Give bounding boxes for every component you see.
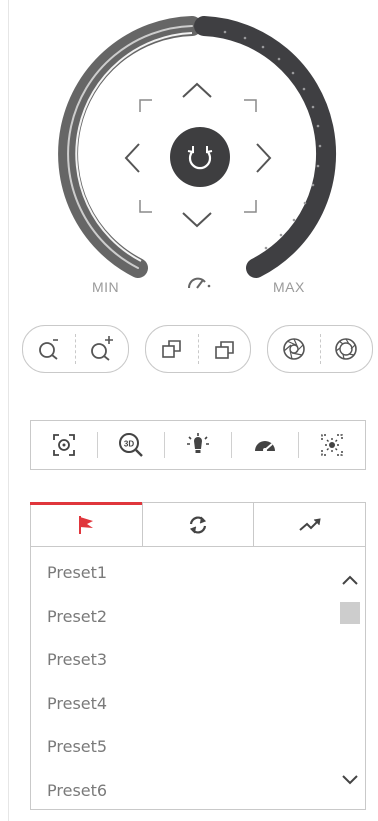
- scroll-up-button[interactable]: [339, 569, 361, 591]
- pan-left-button[interactable]: [112, 138, 152, 178]
- light-icon: [187, 433, 209, 453]
- chevron-right-icon: [256, 143, 272, 173]
- chevron-up-icon: [342, 575, 358, 585]
- focus-control-group: [145, 325, 251, 373]
- auto-pan-button[interactable]: [170, 127, 230, 187]
- list-item[interactable]: Preset6: [31, 769, 365, 810]
- iris-open-button[interactable]: [268, 326, 320, 372]
- region-focus-button[interactable]: [31, 421, 97, 469]
- iris-open-icon: [282, 338, 305, 360]
- max-label: MAX: [273, 279, 305, 295]
- tab-preset[interactable]: [30, 502, 143, 547]
- 3d-zoom-icon: 3D: [119, 433, 143, 457]
- preset-flag-icon: [79, 516, 94, 534]
- zoom-out-icon: [39, 339, 58, 360]
- list-item[interactable]: Preset1: [31, 551, 365, 595]
- speed-dome-icon: [255, 441, 275, 452]
- scroll-thumb[interactable]: [340, 602, 360, 624]
- iris-close-icon: [335, 338, 358, 360]
- ptz-dial: MIN MAX: [0, 0, 378, 310]
- iris-close-button[interactable]: [321, 326, 373, 372]
- pan-right-button[interactable]: [244, 138, 284, 178]
- zoom-out-button[interactable]: [23, 326, 75, 372]
- ptz-toolbar: 3D: [30, 420, 366, 470]
- ptz-tabs: [30, 502, 366, 547]
- pan-up-button[interactable]: [177, 70, 217, 110]
- list-item[interactable]: Preset3: [31, 638, 365, 682]
- zoom-in-button[interactable]: [76, 326, 128, 372]
- list-item[interactable]: Preset2: [31, 595, 365, 639]
- 3d-zoom-button[interactable]: 3D: [98, 421, 164, 469]
- min-label: MIN: [92, 279, 120, 295]
- region-focus-icon: [53, 434, 75, 456]
- patrol-icon: [189, 516, 207, 534]
- tab-patrol[interactable]: [143, 503, 255, 547]
- pattern-icon: [299, 518, 321, 531]
- pan-down-button[interactable]: [177, 200, 217, 240]
- svg-text:3D: 3D: [124, 440, 134, 449]
- focus-far-icon: [215, 341, 235, 359]
- chevron-down-icon: [342, 775, 358, 785]
- lens-init-button[interactable]: [299, 421, 365, 469]
- auto-rotate-icon: [187, 146, 213, 170]
- focus-near-button[interactable]: [146, 326, 198, 372]
- list-item[interactable]: Preset4: [31, 682, 365, 726]
- iris-control-group: [267, 325, 373, 373]
- chevron-left-icon: [124, 143, 140, 173]
- list-item[interactable]: Preset5: [31, 725, 365, 769]
- focus-near-icon: [161, 340, 181, 358]
- light-button[interactable]: [165, 421, 231, 469]
- lens-init-icon: [321, 434, 343, 456]
- preset-list: Preset1 Preset2 Preset3 Preset4 Preset5 …: [30, 546, 366, 810]
- chevron-down-icon: [182, 212, 212, 228]
- speedometer-icon: [183, 272, 213, 292]
- chevron-up-icon: [182, 82, 212, 98]
- zoom-control-group: [22, 325, 129, 373]
- focus-far-button[interactable]: [199, 326, 251, 372]
- speed-dome-button[interactable]: [232, 421, 298, 469]
- scroll-down-button[interactable]: [339, 769, 361, 791]
- list-scrollbar[interactable]: [335, 547, 365, 809]
- zoom-in-icon: [91, 336, 113, 361]
- tab-pattern[interactable]: [254, 503, 365, 547]
